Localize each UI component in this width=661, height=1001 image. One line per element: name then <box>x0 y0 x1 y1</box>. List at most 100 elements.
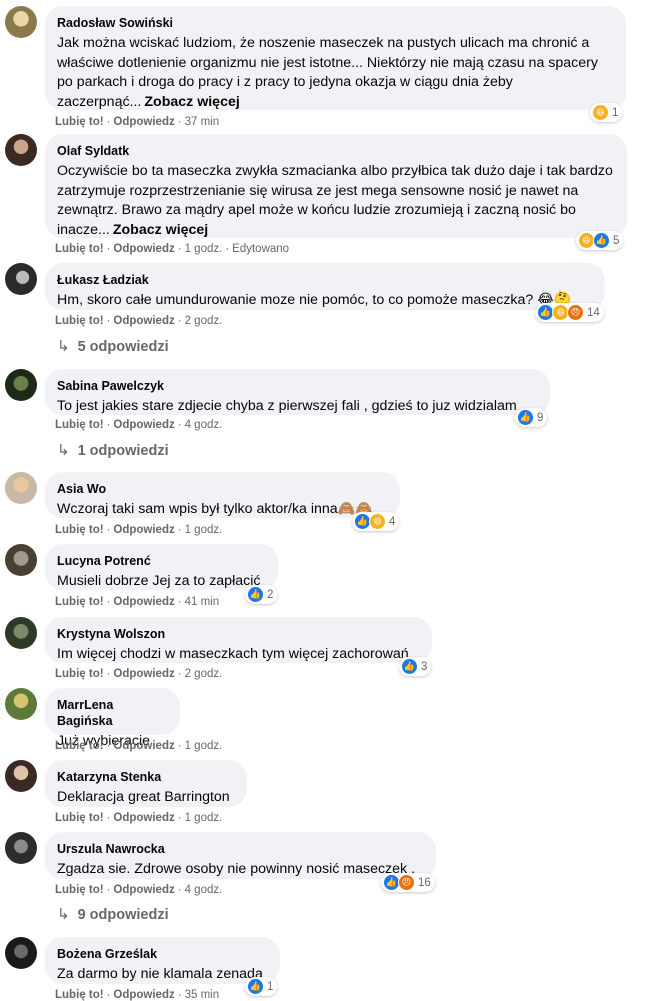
comment-author[interactable]: Sabina Pawelczyk <box>57 378 538 394</box>
see-more-link[interactable]: Zobacz więcej <box>144 94 239 110</box>
reply-button[interactable]: Odpowiedz <box>113 884 174 896</box>
comment-bubble: Olaf Syldatk Oczywiście bo ta maseczka z… <box>45 134 627 238</box>
avatar[interactable] <box>5 617 37 649</box>
reply-button[interactable]: Odpowiedz <box>113 668 174 680</box>
like-icon: 👍 <box>517 409 534 426</box>
comment-bubble: Lucyna Potrenć Musieli dobrze Jej za to … <box>45 544 278 590</box>
avatar[interactable] <box>5 263 37 295</box>
comment-bubble: Katarzyna Stenka Deklaracja great Barrin… <box>45 760 247 807</box>
comment-author[interactable]: MarrLena Bagińska <box>57 697 168 729</box>
comment-text: Deklaracja great Barrington <box>57 789 230 805</box>
comment-time[interactable]: 1 godz. <box>185 740 223 752</box>
comment-time[interactable]: 2 godz. <box>185 668 223 680</box>
comment-author[interactable]: Urszula Nawrocka <box>57 841 424 857</box>
comment-author[interactable]: Bożena Grześlak <box>57 946 268 962</box>
reply-button[interactable]: Odpowiedz <box>113 524 174 536</box>
comment-time[interactable]: 2 godz. <box>185 315 223 327</box>
comment-bubble: Sabina Pawelczyk To jest jakies stare zd… <box>45 369 550 415</box>
like-button[interactable]: Lubię to! <box>55 524 104 536</box>
comment-author[interactable]: Radosław Sowiński <box>57 15 614 31</box>
reply-button[interactable]: Odpowiedz <box>113 596 174 608</box>
comments-feed: Radosław Sowiński Jak można wciskać ludz… <box>0 0 661 1001</box>
comment-author[interactable]: Olaf Syldatk <box>57 143 615 159</box>
like-button[interactable]: Lubię to! <box>55 740 104 752</box>
reaction-count: 16 <box>418 876 431 889</box>
avatar[interactable] <box>5 472 37 504</box>
avatar[interactable] <box>5 6 37 38</box>
comment-bubble: Asia Wo Wczoraj taki sam wpis był tylko … <box>45 472 400 518</box>
comment-time[interactable]: 37 min <box>185 116 220 128</box>
reaction-count: 3 <box>421 660 428 673</box>
reply-button[interactable]: Odpowiedz <box>113 243 174 255</box>
view-replies-link[interactable]: ↳ 1 odpowiedzi <box>57 441 169 459</box>
avatar[interactable] <box>5 134 37 166</box>
comment-text: Wczoraj taki sam wpis był tylko aktor/ka… <box>57 501 374 517</box>
avatar[interactable] <box>5 760 37 792</box>
like-icon: 👍 <box>401 658 418 675</box>
reply-button[interactable]: Odpowiedz <box>113 812 174 824</box>
comment-author[interactable]: Łukasz Ładziak <box>57 272 593 288</box>
comment-time[interactable]: 1 godz. <box>185 524 223 536</box>
like-icon: 👍 <box>247 978 264 995</box>
avatar[interactable] <box>5 832 37 864</box>
view-replies-link[interactable]: ↳ 5 odpowiedzi <box>57 337 169 355</box>
comment-time[interactable]: 1 godz. <box>185 243 223 255</box>
reaction-count: 2 <box>267 588 274 601</box>
reply-button[interactable]: Odpowiedz <box>113 419 174 431</box>
avatar[interactable] <box>5 544 37 576</box>
comment-time[interactable]: 1 godz. <box>185 812 223 824</box>
comment-actions: Lubię to! · Odpowiedz · 41 min <box>55 596 220 608</box>
comment-actions: Lubię to! · Odpowiedz · 1 godz. <box>55 524 223 536</box>
comment-time[interactable]: 4 godz. <box>185 884 223 896</box>
reply-button[interactable]: Odpowiedz <box>113 740 174 752</box>
avatar[interactable] <box>5 688 37 720</box>
like-button[interactable]: Lubię to! <box>55 596 104 608</box>
edited-label: Edytowano <box>232 243 290 255</box>
like-button[interactable]: Lubię to! <box>55 116 104 128</box>
comment-time[interactable]: 35 min <box>185 989 220 1001</box>
reaction-summary[interactable]: 👍 3 <box>399 657 432 676</box>
reaction-summary[interactable]: 👍 😠 16 <box>381 873 435 892</box>
reaction-count: 1 <box>267 980 274 993</box>
view-replies-link[interactable]: ↳ 9 odpowiedzi <box>57 905 169 923</box>
reaction-summary[interactable]: 👍 😆 4 <box>352 512 400 531</box>
reaction-summary[interactable]: 👍 😆 😠 14 <box>535 303 604 322</box>
angry-icon: 😠 <box>567 304 584 321</box>
like-button[interactable]: Lubię to! <box>55 989 104 1001</box>
comment-author[interactable]: Asia Wo <box>57 481 388 497</box>
reply-button[interactable]: Odpowiedz <box>113 989 174 1001</box>
avatar[interactable] <box>5 937 37 969</box>
reaction-summary[interactable]: 😆 1 <box>590 103 623 122</box>
reply-button[interactable]: Odpowiedz <box>113 315 174 327</box>
comment-time[interactable]: 4 godz. <box>185 419 223 431</box>
reply-arrow-icon: ↳ <box>57 442 70 459</box>
avatar[interactable] <box>5 369 37 401</box>
comment-bubble: Łukasz Ładziak Hm, skoro całe umundurowa… <box>45 263 605 310</box>
reaction-count: 4 <box>389 515 396 528</box>
comment-time[interactable]: 41 min <box>185 596 220 608</box>
comment-bubble: Urszula Nawrocka Zgadza sie. Zdrowe osob… <box>45 832 436 879</box>
reaction-summary[interactable]: 👍 1 <box>245 977 278 996</box>
like-button[interactable]: Lubię to! <box>55 243 104 255</box>
comment-author[interactable]: Katarzyna Stenka <box>57 769 235 785</box>
comment-author[interactable]: Krystyna Wolszon <box>57 626 420 642</box>
see-more-link[interactable]: Zobacz więcej <box>113 222 208 238</box>
reply-button[interactable]: Odpowiedz <box>113 116 174 128</box>
like-button[interactable]: Lubię to! <box>55 315 104 327</box>
comment-text: Im więcej chodzi w maseczkach tym więcej… <box>57 646 409 662</box>
comment-author[interactable]: Lucyna Potrenć <box>57 553 266 569</box>
comment-text: Jak można wciskać ludziom, że noszenie m… <box>57 35 598 110</box>
comment-actions: Lubię to! · Odpowiedz · 2 godz. <box>55 315 223 327</box>
reaction-summary[interactable]: 👍 2 <box>245 585 278 604</box>
reaction-summary[interactable]: 👍 9 <box>515 408 548 427</box>
reaction-summary[interactable]: 😆 👍 5 <box>576 231 624 250</box>
reaction-count: 9 <box>537 411 544 424</box>
like-button[interactable]: Lubię to! <box>55 668 104 680</box>
like-button[interactable]: Lubię to! <box>55 419 104 431</box>
comment-text: Zgadza sie. Zdrowe osoby nie powinny nos… <box>57 861 416 877</box>
like-button[interactable]: Lubię to! <box>55 812 104 824</box>
comment-actions: Lubię to! · Odpowiedz · 1 godz. <box>55 740 223 752</box>
comment-actions: Lubię to! · Odpowiedz · 2 godz. <box>55 668 223 680</box>
like-button[interactable]: Lubię to! <box>55 884 104 896</box>
comment-actions: Lubię to! · Odpowiedz · 37 min <box>55 116 220 128</box>
